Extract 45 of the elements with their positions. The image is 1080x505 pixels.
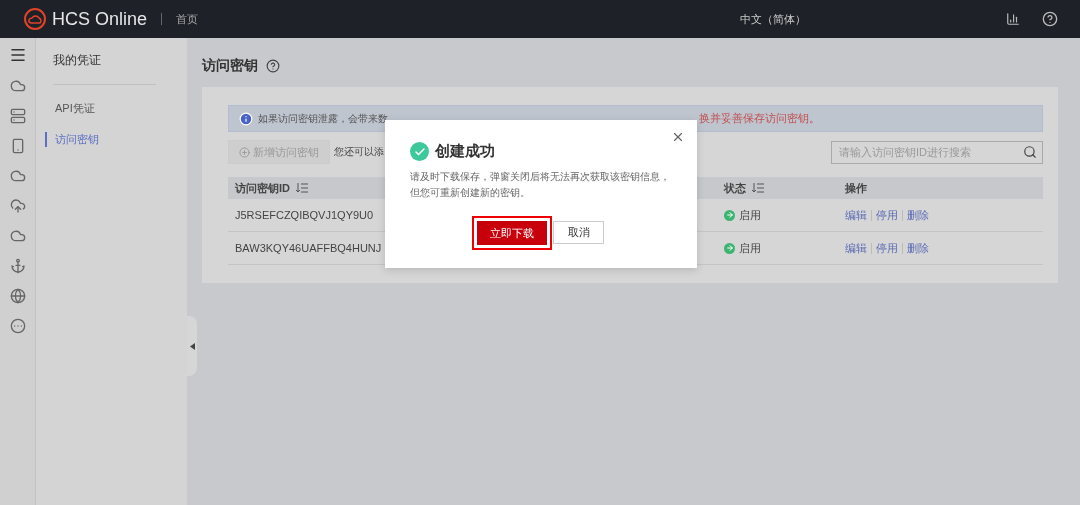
plus-icon (239, 146, 250, 158)
logo-text: HCS Online (52, 8, 148, 30)
collapse-handle[interactable] (187, 316, 197, 376)
column-title: 访问密钥ID (235, 180, 290, 196)
server-icon[interactable] (9, 108, 26, 124)
info-icon (239, 111, 253, 126)
help-icon[interactable] (1042, 11, 1058, 27)
table-cell: J5RSEFCZQIBQVJ1QY9U0 (235, 209, 374, 221)
action-link[interactable]: 停用 (876, 207, 898, 223)
cancel-button[interactable]: 取消 (553, 221, 604, 244)
column-title: 操作 (845, 180, 867, 196)
action-link[interactable]: 编辑 (845, 240, 867, 256)
warning-text: 换并妥善保存访问密钥。 (699, 111, 820, 126)
column-title: 状态 (724, 180, 746, 196)
logo-icon (24, 8, 46, 30)
status-text: 启用 (739, 240, 761, 256)
help-icon[interactable] (266, 59, 280, 73)
table-cell: BAW3KQY46UAFFBQ4HUNJ (235, 242, 382, 254)
cloud-icon[interactable] (9, 168, 26, 184)
dialog-message: 请及时下载保存，弹窗关闭后将无法再次获取该密钥信息，但您可重新创建新的密钥。 (410, 170, 671, 200)
page-title: 访问密钥 (202, 57, 258, 75)
home-link[interactable]: 首页 (176, 11, 199, 27)
dialog-title: 创建成功 (435, 142, 495, 161)
sidebar-item[interactable]: API凭证 (45, 101, 187, 116)
quota-text: 您还可以添 (334, 145, 384, 159)
action-link[interactable]: 停用 (876, 240, 898, 256)
close-icon[interactable] (671, 130, 685, 144)
search-icon[interactable] (1023, 144, 1037, 159)
sort-icon[interactable] (752, 183, 764, 193)
globe-icon[interactable] (9, 288, 26, 304)
action-link[interactable]: 删除 (907, 207, 929, 223)
sort-icon[interactable] (296, 183, 308, 193)
menu-button[interactable] (8, 46, 27, 64)
status-text: 启用 (739, 207, 761, 223)
sidebar-title: 我的凭证 (53, 52, 156, 85)
language-selector[interactable]: 中文（简体） (740, 11, 806, 27)
chart-icon[interactable] (1006, 12, 1020, 26)
cloud-upload-icon[interactable] (9, 198, 26, 214)
cloud-icon[interactable] (9, 78, 26, 94)
action-link[interactable]: 编辑 (845, 207, 867, 223)
anchor-icon[interactable] (9, 258, 26, 274)
action-link[interactable]: 删除 (907, 240, 929, 256)
cloud-icon[interactable] (9, 228, 26, 244)
sidebar-item[interactable]: 访问密钥 (45, 132, 187, 147)
success-icon (410, 142, 429, 161)
